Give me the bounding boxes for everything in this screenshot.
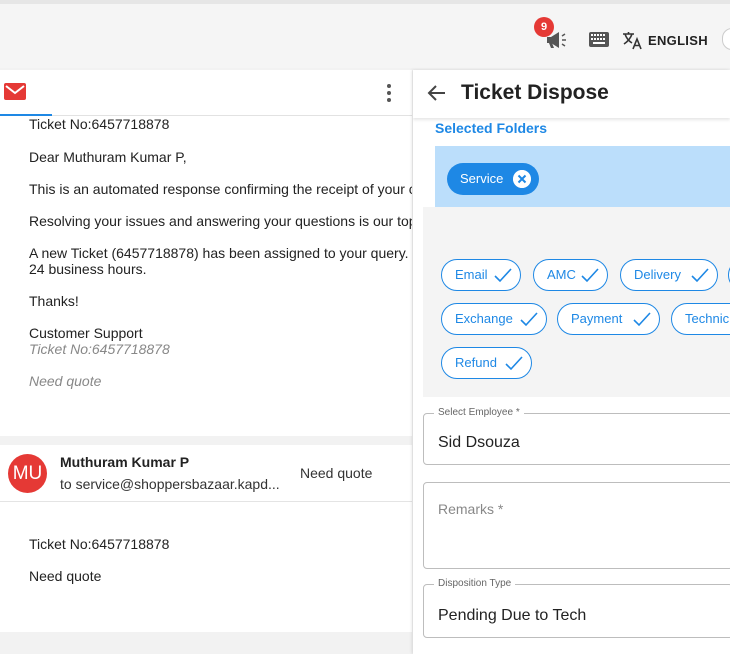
email-line: This is an automated response confirming… (29, 181, 412, 197)
email-line: Customer Support (29, 325, 143, 341)
chip-label: Payment (571, 311, 623, 326)
email-line: Thanks! (29, 293, 79, 309)
keyboard-icon[interactable] (589, 32, 609, 47)
chip-technical[interactable]: Technic (671, 303, 730, 335)
translate-icon[interactable] (622, 30, 642, 50)
email-line: Need quote (29, 568, 102, 584)
chip-label: AMC (547, 267, 576, 282)
chip-email[interactable]: Email (441, 259, 521, 291)
chip-label: Technic (685, 311, 730, 326)
chip-label: Delivery (634, 267, 681, 282)
avatar: MU (8, 454, 47, 493)
remarks-field[interactable]: Remarks * (423, 482, 730, 569)
check-icon (691, 268, 709, 283)
close-circle-icon[interactable] (513, 170, 532, 188)
email-header-second[interactable]: MU Muthuram Kumar P to service@shoppersb… (0, 445, 412, 502)
chip-label: Email (455, 267, 488, 282)
page-title: Ticket Dispose (461, 81, 609, 104)
email-subject: Need quote (300, 465, 373, 481)
email-body-second: Ticket No:6457718878 Need quote (0, 502, 412, 632)
quoted-ticket: Ticket No:6457718878 (29, 341, 170, 357)
check-icon (633, 312, 651, 327)
chip-payment[interactable]: Payment (557, 303, 660, 335)
check-icon (581, 268, 599, 283)
selected-folders-label: Selected Folders (435, 120, 548, 136)
email-line: Resolving your issues and answering your… (29, 213, 412, 229)
more-vertical-icon[interactable] (382, 82, 396, 104)
chip-label: Service (460, 171, 504, 186)
quoted-subject: Need quote (29, 373, 102, 389)
email-line: Ticket No:6457718878 (29, 536, 170, 552)
theme-toggle[interactable] (722, 28, 730, 50)
dispose-header: Ticket Dispose (413, 70, 730, 118)
top-bar: 9 ENGLISH (0, 0, 730, 68)
check-icon (505, 356, 523, 371)
chip-delivery[interactable]: Delivery (620, 259, 718, 291)
check-icon (520, 312, 538, 327)
chip-label: Exchange (455, 311, 513, 326)
field-label: Disposition Type (434, 578, 516, 589)
field-value: Pending Due to Tech (438, 607, 587, 624)
chip-refund[interactable]: Refund (441, 347, 532, 379)
email-line: 24 business hours. (29, 261, 147, 277)
email-line: Dear Muthuram Kumar P, (29, 149, 187, 165)
email-line: Ticket No:6457718878 (29, 116, 170, 132)
recipient-line: to service@shoppersbazaar.kapd... (60, 476, 280, 492)
language-selector[interactable]: ENGLISH (648, 33, 708, 48)
field-label: Select Employee * (434, 407, 524, 418)
folder-chip-list: Email AMC Delivery Exchange Payment Tech… (423, 207, 730, 397)
check-icon (494, 268, 512, 283)
select-employee-field[interactable]: Select Employee * Sid Dsouza (423, 407, 730, 465)
selected-folders-area: Service (435, 146, 730, 207)
field-value: Sid Dsouza (438, 434, 520, 451)
ticket-dispose-panel: Ticket Dispose Selected Folders Service … (413, 70, 730, 654)
mail-icon[interactable] (4, 83, 26, 100)
sender-name: Muthuram Kumar P (60, 454, 190, 470)
chip-label: Refund (455, 355, 497, 370)
arrow-left-icon[interactable] (427, 83, 447, 103)
disposition-type-field[interactable]: Disposition Type Pending Due to Tech (423, 578, 730, 638)
email-body-first: Ticket No:6457718878 Dear Muthuram Kumar… (0, 116, 412, 436)
remarks-placeholder: Remarks * (438, 501, 504, 517)
selected-chip-service[interactable]: Service (447, 163, 540, 195)
mail-panel: Ticket No:6457718878 Dear Muthuram Kumar… (0, 70, 412, 654)
chip-exchange[interactable]: Exchange (441, 303, 547, 335)
mail-toolbar (0, 70, 412, 116)
notification-badge: 9 (534, 17, 554, 37)
chip-amc[interactable]: AMC (533, 259, 608, 291)
email-line: A new Ticket (6457718878) has been assig… (29, 245, 412, 261)
